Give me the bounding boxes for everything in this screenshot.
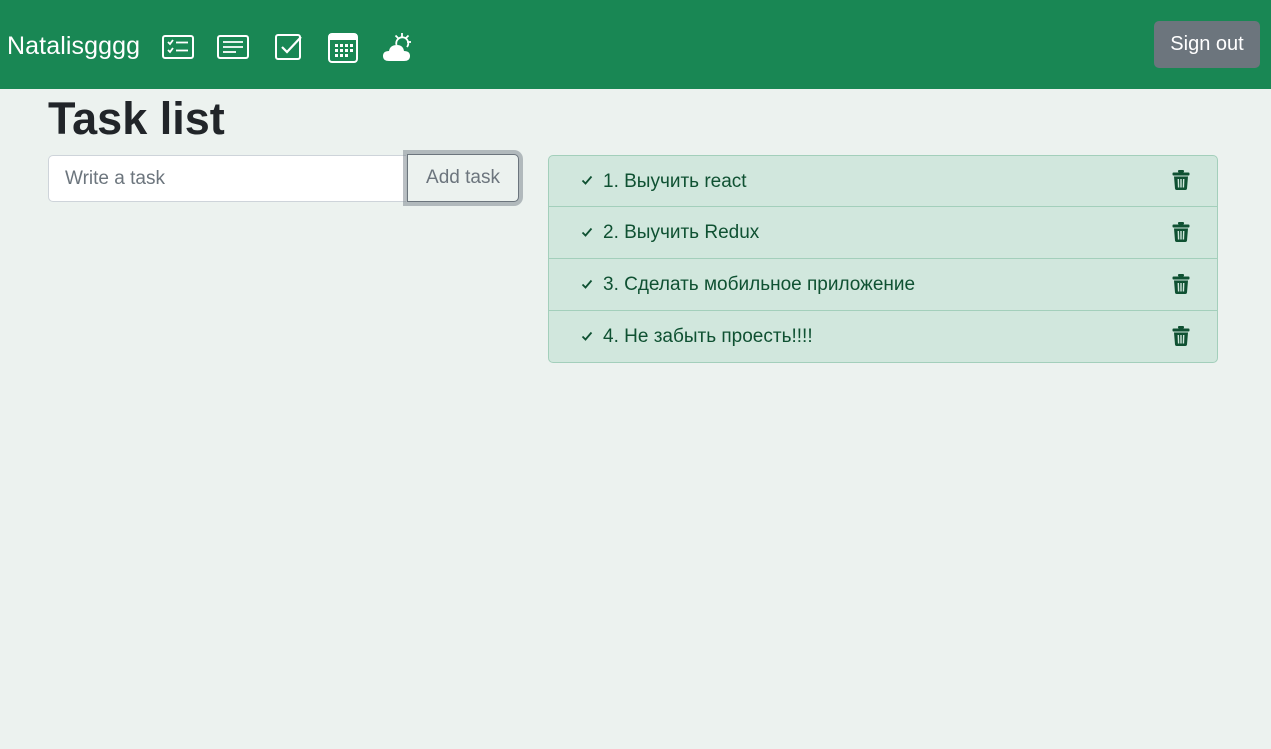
task-list: 1. Выучить react 2. Выучить Redux 3. Сдела… [548, 155, 1218, 363]
check-icon [581, 330, 593, 342]
task-input[interactable] [48, 155, 406, 202]
task-item[interactable]: 2. Выучить Redux [548, 207, 1218, 259]
checklist-card-icon[interactable] [161, 31, 195, 63]
task-label: 4. Не забыть проесть!!!! [603, 326, 813, 347]
task-item[interactable]: 4. Не забыть проесть!!!! [548, 311, 1218, 363]
navbar: Natalisgggg Sign out [0, 0, 1271, 89]
trash-icon[interactable] [1172, 325, 1190, 346]
weather-cloud-sun-icon[interactable] [381, 31, 415, 63]
task-label: 1. Выучить react [603, 171, 747, 192]
task-item[interactable]: 3. Сделать мобильное приложение [548, 259, 1218, 311]
task-label: 2. Выучить Redux [603, 222, 760, 243]
brand-link[interactable]: Natalisgggg [7, 29, 140, 63]
add-task-button[interactable]: Add task [407, 154, 519, 202]
calendar-icon[interactable] [326, 31, 360, 63]
check-icon [581, 174, 593, 186]
check-icon [581, 278, 593, 290]
trash-icon[interactable] [1172, 273, 1190, 294]
trash-icon[interactable] [1172, 170, 1190, 190]
trash-icon[interactable] [1172, 221, 1190, 242]
sign-out-button[interactable]: Sign out [1154, 21, 1260, 68]
task-item[interactable]: 1. Выучить react [548, 155, 1218, 207]
page-title: Task list [48, 93, 225, 144]
check-square-icon[interactable] [272, 31, 306, 63]
text-card-icon[interactable] [216, 31, 250, 63]
task-label: 3. Сделать мобильное приложение [603, 274, 916, 295]
check-icon [581, 226, 593, 238]
